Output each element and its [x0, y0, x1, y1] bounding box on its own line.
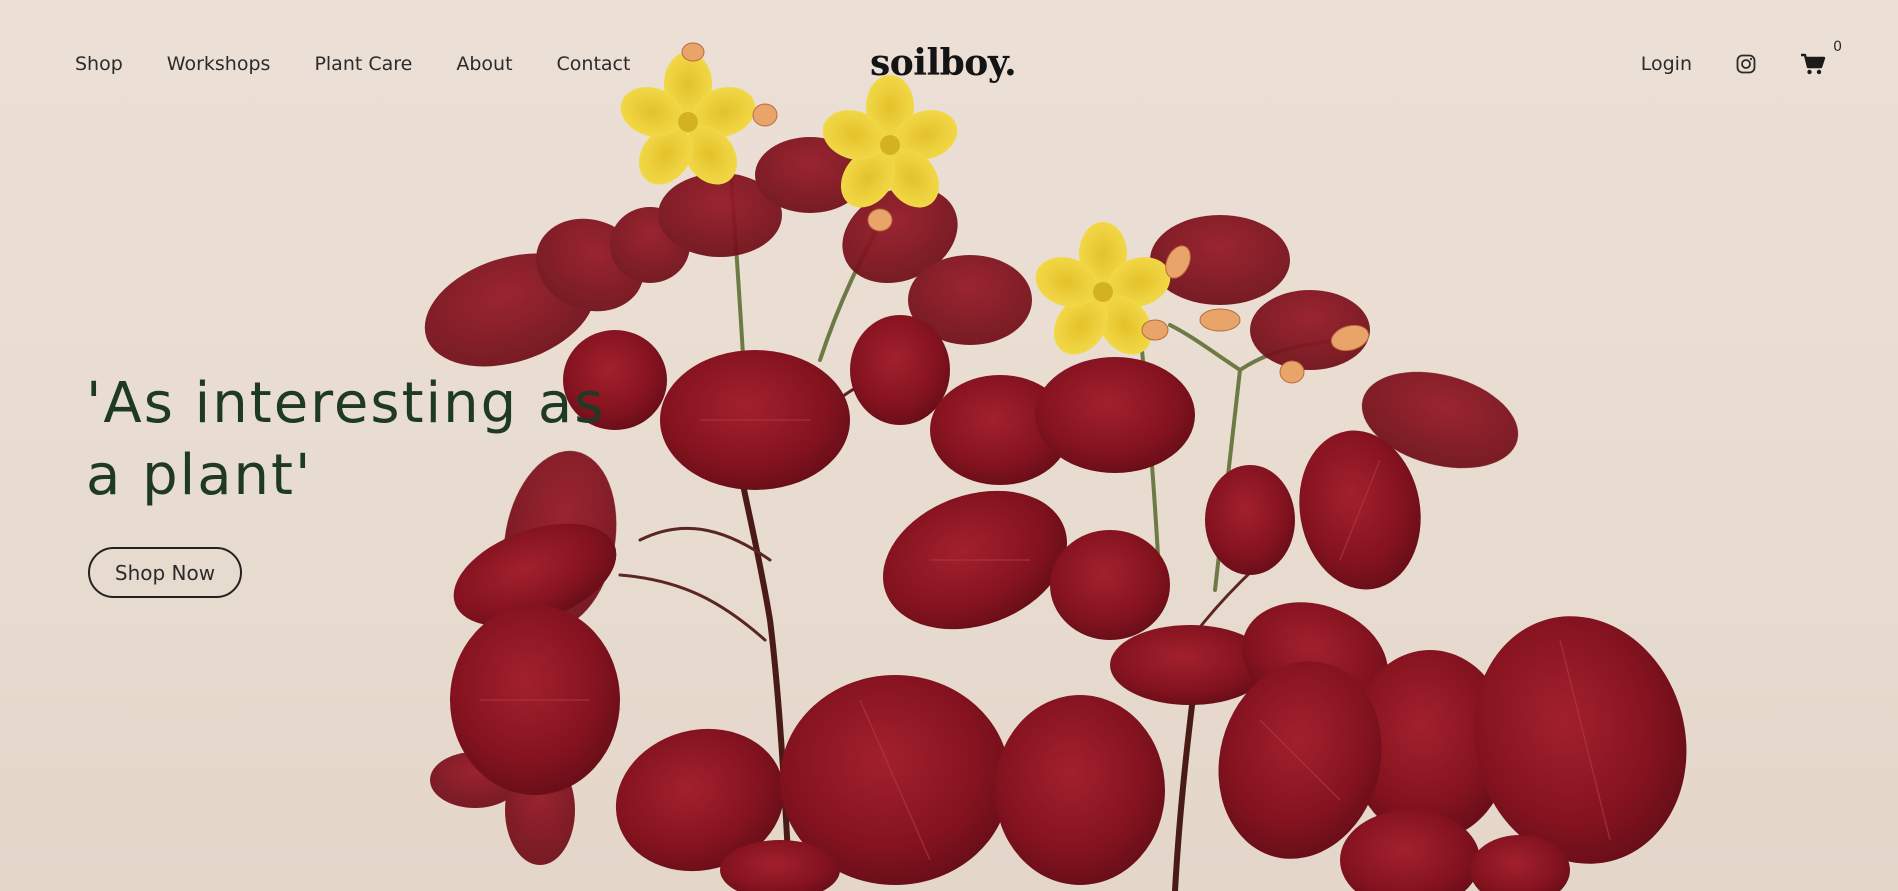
nav-item-plant-care[interactable]: Plant Care — [314, 46, 412, 82]
nav-item-about[interactable]: About — [456, 46, 512, 82]
login-link[interactable]: Login — [1641, 46, 1692, 82]
cart-count-badge: 0 — [1833, 39, 1842, 55]
shop-now-button[interactable]: Shop Now — [88, 547, 242, 598]
instagram-icon[interactable] — [1736, 54, 1756, 74]
header-actions: Login 0 — [1641, 39, 1842, 82]
hero-section: Shop Workshops Plant Care About Contact … — [0, 0, 1898, 891]
cart-icon[interactable]: 0 — [1800, 39, 1842, 77]
nav-item-contact[interactable]: Contact — [557, 46, 631, 82]
nav-item-workshops[interactable]: Workshops — [167, 46, 271, 82]
nav-item-shop[interactable]: Shop — [75, 46, 123, 82]
hero-headline: 'As interesting as a plant' — [86, 371, 606, 508]
brand-logo[interactable]: soilboy. — [870, 38, 1017, 88]
main-nav: Shop Workshops Plant Care About Contact — [75, 46, 674, 82]
